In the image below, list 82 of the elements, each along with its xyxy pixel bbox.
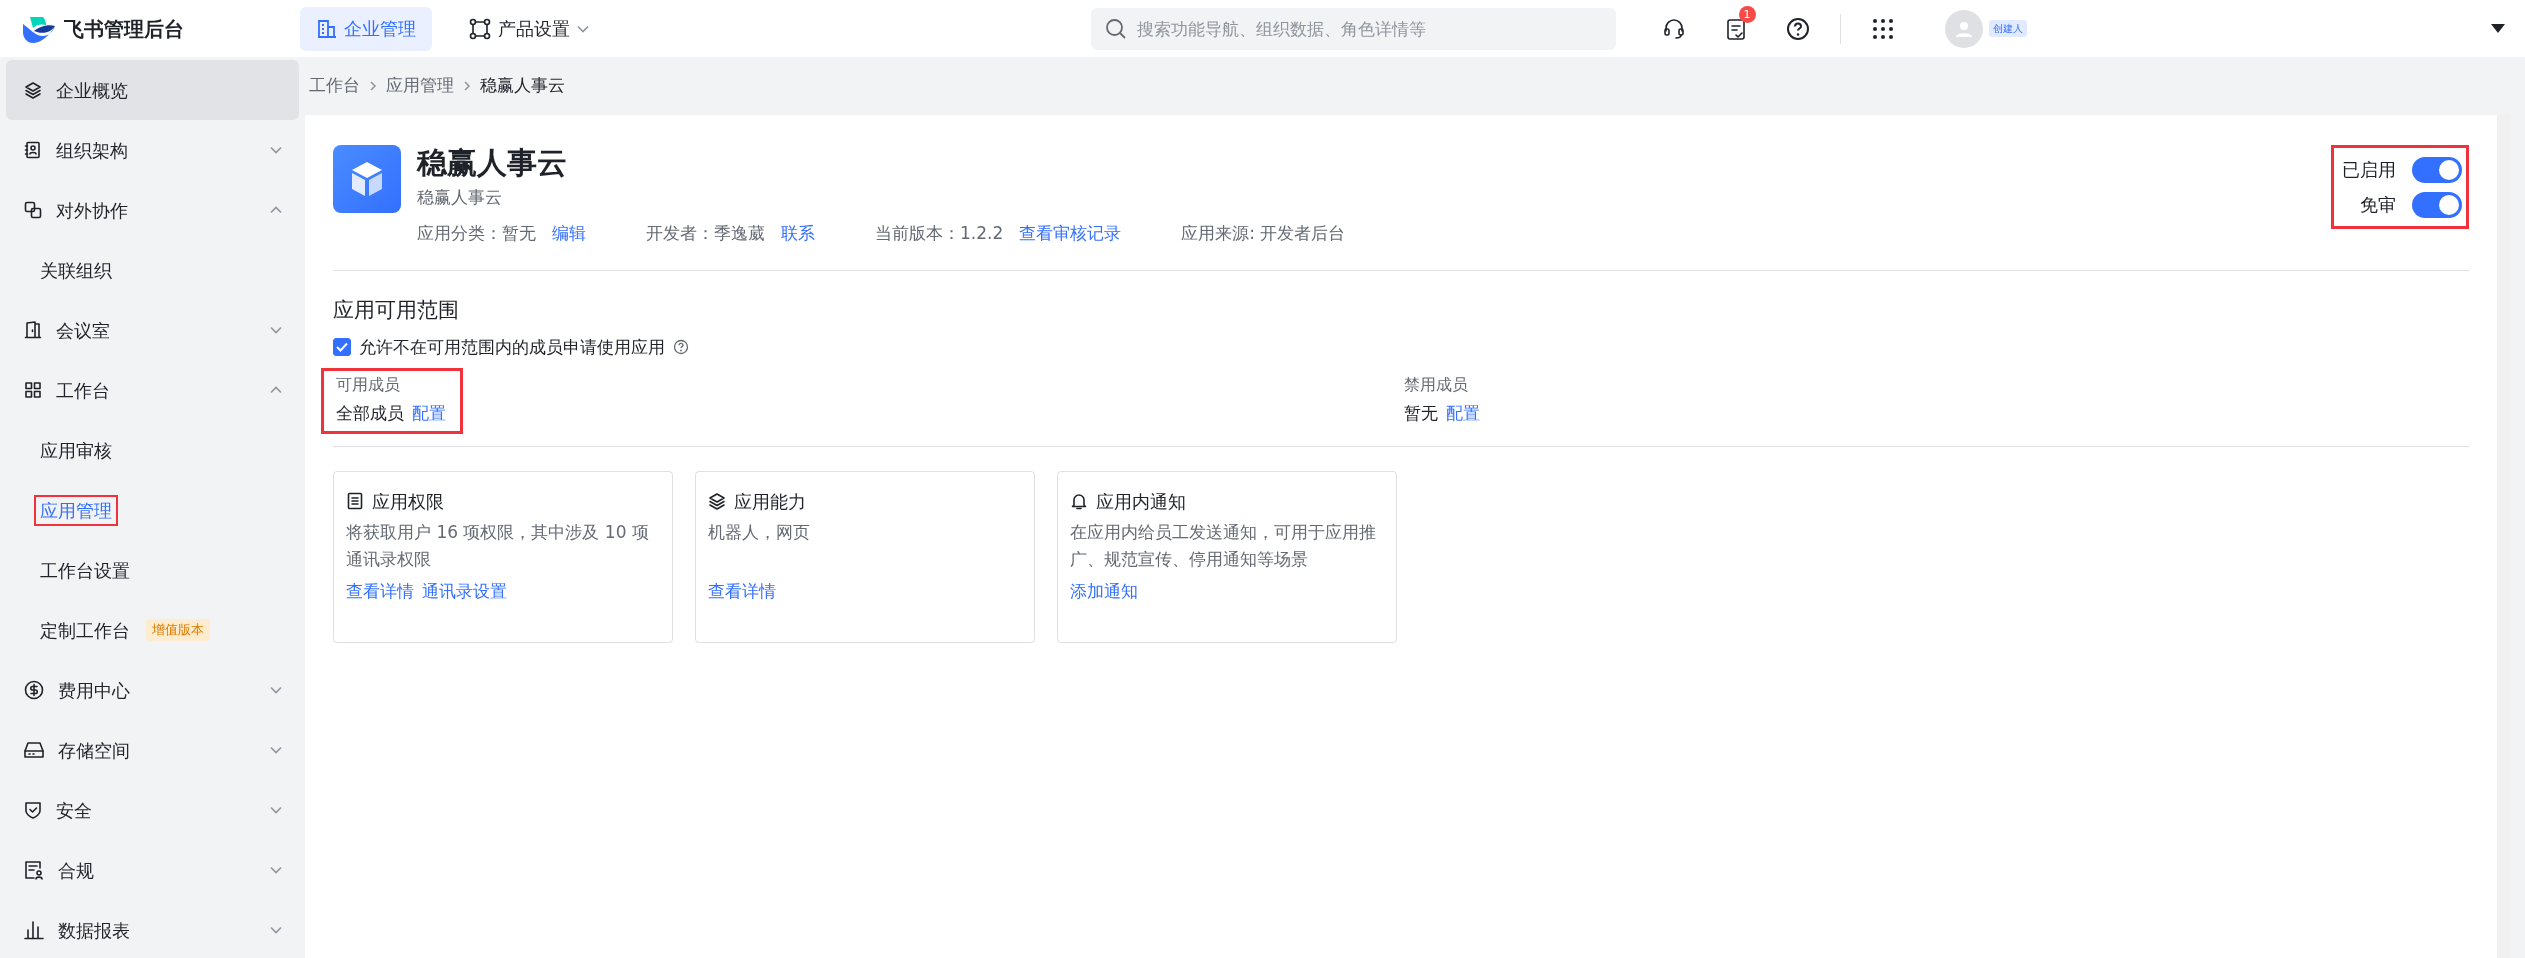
- sidebar-item[interactable]: 合规: [6, 840, 299, 900]
- meta-link[interactable]: 编辑: [552, 220, 586, 246]
- help-icon[interactable]: [673, 339, 689, 356]
- layers-icon: [708, 492, 726, 510]
- sidebar-item[interactable]: 企业概览: [6, 60, 299, 120]
- card-description: 将获取用户 16 项权限，其中涉及 10 项通讯录权限: [346, 520, 650, 571]
- card-title: 应用能力: [734, 489, 806, 514]
- app-icon: [333, 145, 401, 213]
- sidebar-item[interactable]: 数据报表: [6, 900, 299, 958]
- app-subtitle: 稳赢人事云: [417, 186, 503, 209]
- brand-name: 飞书管理后台: [64, 15, 184, 43]
- card-title: 应用权限: [372, 489, 444, 514]
- configure-link[interactable]: 配置: [1446, 401, 1480, 427]
- bell-icon: [1070, 492, 1088, 510]
- chevron-right-icon: [462, 80, 472, 92]
- app-name: 稳赢人事云: [417, 145, 568, 181]
- top-nav-tab[interactable]: 产品设置: [452, 6, 606, 51]
- card-link[interactable]: 添加通知: [1070, 578, 1138, 604]
- meta-text: 应用分类：暂无: [417, 221, 536, 245]
- members-value: 全部成员: [336, 402, 404, 425]
- sidebar-item[interactable]: 组织架构: [6, 120, 299, 180]
- section-title: 应用可用范围: [333, 297, 460, 324]
- configure-link[interactable]: 配置: [412, 401, 446, 427]
- card-description: 在应用内给员工发送通知，可用于应用推广、规范宣传、停用通知等场景: [1070, 520, 1377, 571]
- sidebar-item[interactable]: 对外协作: [6, 180, 299, 240]
- overlap-squares-icon: [24, 201, 42, 219]
- breadcrumb-item[interactable]: 工作台: [309, 73, 360, 99]
- role-badge: 创建人: [1988, 20, 2027, 37]
- contact-card-icon: [24, 141, 42, 159]
- sidebar-subitem[interactable]: 应用管理: [34, 494, 118, 526]
- sidebar-item[interactable]: 安全: [6, 780, 299, 840]
- search-field[interactable]: 搜索功能导航、组织数据、角色详情等: [1090, 7, 1616, 50]
- sidebar-item[interactable]: 工作台: [6, 360, 299, 420]
- avatar[interactable]: [1944, 9, 1983, 48]
- sidebar-subitem[interactable]: 工作台设置: [34, 554, 136, 586]
- meta-text: 应用来源: 开发者后台: [1181, 221, 1346, 245]
- sidebar-item[interactable]: 费用中心: [6, 660, 299, 720]
- help-icon: [1785, 16, 1810, 41]
- card-link[interactable]: 查看详情: [708, 578, 776, 604]
- door-icon: [24, 321, 42, 339]
- drive-icon: [24, 741, 44, 759]
- caret-icon[interactable]: [2491, 23, 2505, 34]
- checkbox-label: 允许不在可用范围内的成员申请使用应用: [359, 335, 665, 359]
- meta-text: 当前版本：1.2.2: [875, 221, 1004, 245]
- grid-icon: [24, 381, 42, 399]
- card-description: 机器人，网页: [708, 520, 811, 544]
- meta-link[interactable]: 联系: [781, 220, 815, 246]
- document-person-icon: [24, 860, 44, 880]
- sidebar-item[interactable]: 会议室: [6, 300, 299, 360]
- sidebar-subitem[interactable]: 定制工作台: [34, 614, 136, 646]
- members-label: 可用成员: [336, 374, 401, 396]
- top-nav-tab[interactable]: 企业管理: [300, 6, 432, 51]
- edition-badge: 增值版本: [146, 619, 210, 641]
- shield-icon: [24, 801, 42, 819]
- nodes-icon: [468, 16, 492, 41]
- switch-label: 已启用: [2342, 158, 2396, 182]
- dollar-coin-icon: [24, 680, 44, 700]
- card-link[interactable]: 查看详情: [346, 578, 414, 604]
- meta-text: 开发者：季逸葳: [646, 221, 765, 245]
- chevron-right-icon: [368, 80, 378, 92]
- headset-icon: [1661, 16, 1686, 41]
- sidebar-item[interactable]: 存储空间: [6, 720, 299, 780]
- members-label: 禁用成员: [1404, 374, 1469, 396]
- sidebar-subitem[interactable]: 应用审核: [34, 434, 118, 466]
- members-value: 暂无: [1404, 402, 1438, 425]
- meta-link[interactable]: 查看审核记录: [1019, 220, 1122, 246]
- layers-icon: [24, 81, 42, 99]
- checkbox[interactable]: [333, 338, 351, 357]
- list-icon: [346, 492, 364, 510]
- card-link[interactable]: 通讯录设置: [422, 578, 507, 604]
- toggle-switch[interactable]: [2412, 191, 2462, 218]
- sidebar-subitem[interactable]: 关联组织: [34, 254, 118, 286]
- toggle-switch[interactable]: [2412, 156, 2462, 183]
- notification-badge: 1: [1738, 5, 1756, 23]
- building-icon: [316, 17, 338, 40]
- breadcrumb-item[interactable]: 应用管理: [386, 73, 454, 99]
- tasks-button[interactable]: 1: [1715, 5, 1756, 52]
- card-title: 应用内通知: [1096, 489, 1186, 514]
- breadcrumb-item: 稳赢人事云: [480, 74, 565, 98]
- switch-label: 免审: [2360, 193, 2396, 217]
- bar-chart-icon: [24, 920, 44, 940]
- app-grid-icon: [1870, 16, 1895, 41]
